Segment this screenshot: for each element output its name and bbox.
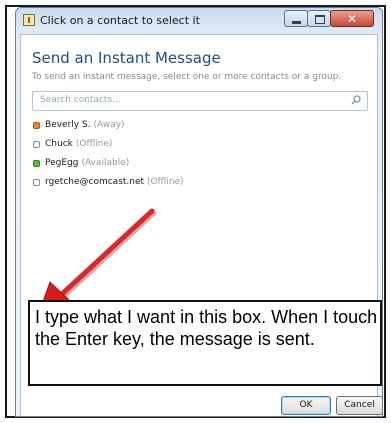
cancel-button[interactable]: Cancel [336, 396, 383, 415]
annotation-callout: I type what I want in this box. When I t… [28, 300, 382, 386]
ok-button[interactable]: OK [281, 396, 331, 415]
